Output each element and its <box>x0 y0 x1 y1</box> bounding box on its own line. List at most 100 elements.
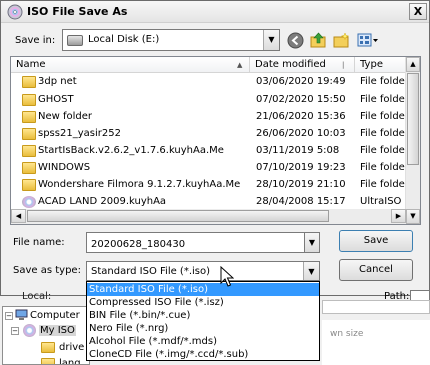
file-type: File folde <box>360 76 405 87</box>
scroll-left-icon[interactable]: ◀ <box>11 209 26 223</box>
option-standard-iso[interactable]: Standard ISO File (*.iso) <box>87 283 319 296</box>
save-as-type-options-list[interactable]: Standard ISO File (*.iso) Compressed ISO… <box>86 281 320 361</box>
folder-icon <box>22 162 36 174</box>
chevron-down-icon[interactable]: ▼ <box>303 262 319 280</box>
option-clonecd[interactable]: CloneCD File (*.img/*.ccd/*.sub) <box>87 348 319 361</box>
background-list: wn size <box>322 320 430 365</box>
file-date: 03/11/2019 5:08 <box>256 145 340 156</box>
up-folder-icon[interactable] <box>310 32 327 49</box>
background-field <box>322 300 430 314</box>
list-item[interactable]: WINDOWS 07/10/2019 19:23 File folde <box>11 160 406 177</box>
save-in-dropdown[interactable]: Local Disk (E:) ▼ <box>62 29 280 51</box>
save-in-value: Local Disk (E:) <box>88 34 160 45</box>
file-type: File folde <box>360 94 405 105</box>
file-date: 28/04/2008 15:17 <box>256 196 346 207</box>
file-type: File folde <box>360 179 405 190</box>
file-date: 03/06/2020 19:49 <box>256 76 346 87</box>
collapse-icon[interactable]: − <box>11 327 19 335</box>
column-header-label: Date modified <box>255 59 326 70</box>
local-tree-view[interactable]: − Computer − My ISO drive lang <box>2 306 90 365</box>
file-type: File folde <box>360 128 405 139</box>
scroll-down-icon[interactable]: ▼ <box>406 209 420 224</box>
file-name: spss21_yasir252 <box>38 128 121 139</box>
scroll-up-icon[interactable]: ▲ <box>406 57 420 72</box>
column-header-label: Type <box>360 59 383 70</box>
file-date: 21/06/2020 15:36 <box>256 111 346 122</box>
file-name-label: File name: <box>13 237 65 248</box>
list-item[interactable]: GHOST 07/02/2020 15:50 File folde <box>11 92 406 109</box>
horizontal-scrollbar[interactable]: ◀ ▶ <box>11 209 406 224</box>
back-arrow-icon[interactable] <box>287 32 304 49</box>
cancel-button[interactable]: Cancel <box>339 259 413 281</box>
file-type: File folde <box>360 162 405 173</box>
cd-icon <box>23 324 36 337</box>
file-name: New folder <box>38 111 93 122</box>
chevron-down-icon[interactable]: ▼ <box>263 30 279 50</box>
iso-file-icon <box>22 196 36 208</box>
list-item[interactable]: StartIsBack.v2.6.2_v1.7.6.kuyhAa.Me 03/1… <box>11 143 406 160</box>
vertical-scrollbar[interactable]: ▲ ▼ <box>405 57 420 224</box>
folder-icon <box>22 94 36 106</box>
chevron-down-icon[interactable]: ▼ <box>304 232 320 253</box>
close-button[interactable]: X <box>409 3 427 20</box>
computer-icon <box>15 309 28 320</box>
file-type: UltraISO <box>360 196 402 207</box>
option-compressed-iso[interactable]: Compressed ISO File (*.isz) <box>87 296 319 309</box>
tree-item-label: My ISO <box>39 325 76 336</box>
file-name: 3dp net <box>38 76 77 87</box>
background-list-text: wn size <box>330 329 364 339</box>
file-name: Wondershare Filmora 9.1.2.7.kuyhAa.Me <box>38 179 241 190</box>
column-header-date-modified[interactable]: Date modified | <box>250 57 355 73</box>
save-button[interactable]: Save <box>339 230 413 252</box>
iso-file-save-as-dialog: ISO File Save As X Save in: Local Disk (… <box>0 0 430 296</box>
option-alcohol[interactable]: Alcohol File (*.mdf/*.mds) <box>87 335 319 348</box>
drive-icon <box>67 35 83 46</box>
file-type: File folde <box>360 111 405 122</box>
column-header-type[interactable]: Type <box>355 57 406 73</box>
title-bar[interactable]: ISO File Save As X <box>1 1 429 23</box>
option-nero[interactable]: Nero File (*.nrg) <box>87 322 319 335</box>
option-bin[interactable]: BIN File (*.bin/*.cue) <box>87 309 319 322</box>
file-date: 28/10/2019 21:10 <box>256 179 346 190</box>
file-name: GHOST <box>38 94 74 105</box>
folder-icon <box>41 342 55 353</box>
collapse-icon[interactable]: − <box>5 312 13 320</box>
folder-icon <box>22 111 36 123</box>
file-name: ACAD LAND 2009.kuyhAa <box>38 196 167 207</box>
column-header-name[interactable]: Name ▲ <box>11 57 250 73</box>
tree-item-label: Computer <box>30 310 80 321</box>
tree-item-label: drive <box>59 342 85 353</box>
file-name: WINDOWS <box>38 162 91 173</box>
views-menu-icon[interactable] <box>357 32 379 49</box>
save-as-type-dropdown[interactable]: Standard ISO File (*.iso) ▼ <box>86 261 320 281</box>
file-name-input[interactable] <box>86 232 320 253</box>
scrollbar-thumb[interactable] <box>407 73 419 165</box>
save-in-label: Save in: <box>15 35 56 46</box>
sort-ascending-icon: ▲ <box>237 61 243 69</box>
scroll-right-icon[interactable]: ▶ <box>391 209 406 223</box>
local-label: Local: <box>22 291 52 302</box>
file-type: File folde <box>360 145 405 156</box>
column-divider-icon: | <box>342 61 345 69</box>
scrollbar-thumb[interactable] <box>27 210 329 222</box>
ultraiso-disc-icon <box>7 4 23 20</box>
file-date: 07/10/2019 19:23 <box>256 162 346 173</box>
list-item[interactable]: 3dp net 03/06/2020 19:49 File folde <box>11 74 406 91</box>
folder-icon <box>22 76 36 88</box>
list-item[interactable]: spss21_yasir252 26/06/2020 10:03 File fo… <box>11 126 406 143</box>
folder-icon <box>41 358 55 364</box>
folder-icon <box>22 128 36 140</box>
folder-icon <box>22 145 36 157</box>
file-date: 26/06/2020 10:03 <box>256 128 346 139</box>
new-folder-icon[interactable] <box>333 32 350 49</box>
folder-icon <box>22 179 36 191</box>
column-header-label: Name <box>16 59 46 70</box>
save-as-type-label: Save as type: <box>13 265 81 276</box>
file-date: 07/02/2020 15:50 <box>256 94 346 105</box>
mouse-cursor-icon <box>220 266 234 287</box>
list-item[interactable]: New folder 21/06/2020 15:36 File folde <box>11 109 406 126</box>
file-name: StartIsBack.v2.6.2_v1.7.6.kuyhAa.Me <box>38 145 224 156</box>
file-list[interactable]: Name ▲ Date modified | Type 3dp net 03/0… <box>10 56 421 225</box>
list-item[interactable]: Wondershare Filmora 9.1.2.7.kuyhAa.Me 28… <box>11 177 406 194</box>
tree-item-label: lang <box>59 358 81 365</box>
